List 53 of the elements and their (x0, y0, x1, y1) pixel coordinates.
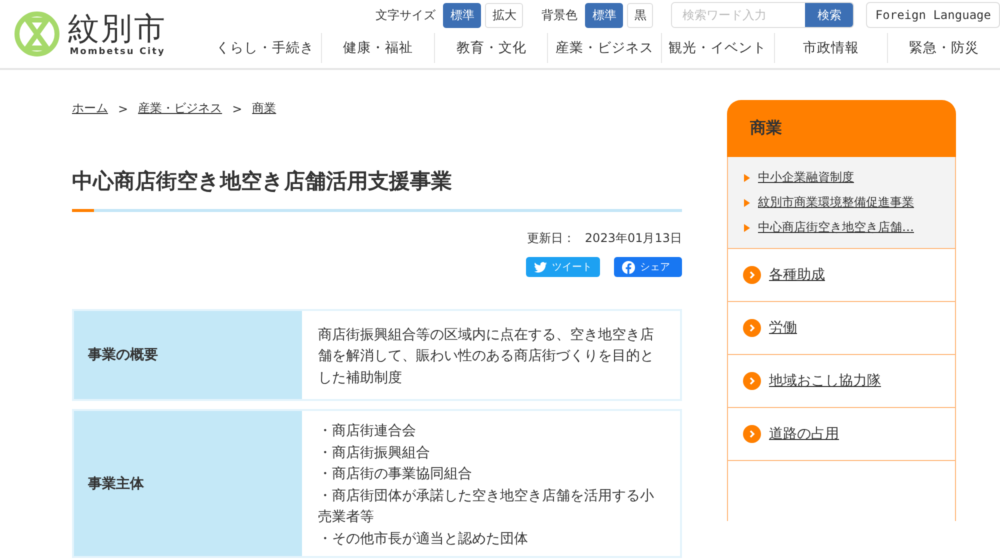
chevron-icon (743, 372, 761, 390)
background-color-option[interactable]: 標準 (585, 2, 624, 28)
nav-link[interactable]: くらし・手続き (209, 33, 322, 63)
table-cell-text: ・商店街振興組合 (318, 444, 431, 462)
site-title[interactable]: 紋別市 (68, 11, 167, 47)
nav-link[interactable]: 観光・イベント (660, 33, 774, 63)
nav-link[interactable]: 産業・ビジネス (547, 33, 661, 63)
breadcrumb-link[interactable]: ホーム (72, 100, 108, 117)
font-size-label: 文字サイズ (375, 6, 436, 24)
background-color-option[interactable]: 黒 (627, 2, 654, 28)
triangle-icon (744, 198, 750, 206)
sidebar-sublink[interactable]: 中小企業融資制度 (758, 169, 854, 186)
page-title: 中心商店街空き地空き店舗活用支援事業 (72, 167, 682, 212)
table-cell-text: ・その他市長が適当と認めた団体 (318, 530, 529, 548)
table-cell-text: 商店街振興組合等の区域内に点在する、空き地空き店舗を解消して、賑わい性のある商店街づくりを目的とした補助制度 (318, 326, 655, 388)
sidebar-link[interactable]: 地域おこし協力隊 (769, 372, 881, 390)
table-cell-text: ・商店街団体が承諾した空き地空き店舗を活用する小売業者等 (318, 486, 655, 527)
font-size-option[interactable]: 標準 (443, 2, 482, 28)
triangle-icon (744, 174, 750, 182)
nav-link[interactable]: 教育・文化 (434, 33, 548, 63)
chevron-icon (743, 425, 761, 443)
updated-label: 更新日： (526, 230, 575, 247)
sidebar-link[interactable]: 労働 (769, 319, 797, 337)
nav-link[interactable]: 健康・福祉 (321, 33, 434, 63)
bird-icon (534, 262, 547, 272)
foreign-language-button[interactable]: Foreign Language (866, 2, 1000, 28)
sidebar-link[interactable]: 各種助成 (769, 266, 825, 284)
search-field[interactable]: 検索ワード入力 検索 (671, 2, 854, 28)
chevron-icon (743, 266, 761, 284)
breadcrumb-separator: > (232, 102, 242, 116)
facebook-icon (622, 260, 635, 274)
sidebar-title: 商業 (727, 100, 956, 157)
search-button[interactable]: 検索 (805, 3, 854, 27)
breadcrumb-link[interactable]: 産業・ビジネス (138, 100, 222, 117)
share-button[interactable]: シェア (614, 257, 682, 277)
sidebar-link[interactable]: 道路の占用 (769, 425, 839, 443)
chevron-icon (743, 319, 761, 337)
triangle-icon (744, 224, 750, 232)
font-size-option[interactable]: 拡大 (485, 2, 524, 28)
site-subtitle: Mombetsu City (70, 47, 166, 57)
nav-link[interactable]: 緊急・防災 (886, 33, 1000, 63)
sidebar-sublink[interactable]: 紋別市商業環境整備促進事業 (758, 194, 914, 211)
breadcrumb-link[interactable]: 商業 (252, 100, 276, 117)
table-heading: 事業主体 (74, 411, 302, 556)
table-cell-text: ・商店街の事業協同組合 (318, 465, 473, 484)
logo-icon (14, 11, 60, 57)
updated-date: 2023年01月13日 (584, 230, 682, 247)
background-color-label: 背景色 (541, 6, 578, 24)
sidebar-sublink[interactable]: 中心商店街空き地空き店舗… (758, 219, 914, 236)
breadcrumb-separator: > (118, 102, 128, 116)
table-cell-text: ・商店街連合会 (318, 422, 417, 441)
nav-link[interactable]: 市政情報 (774, 33, 887, 63)
table-heading: 事業の概要 (74, 311, 302, 399)
